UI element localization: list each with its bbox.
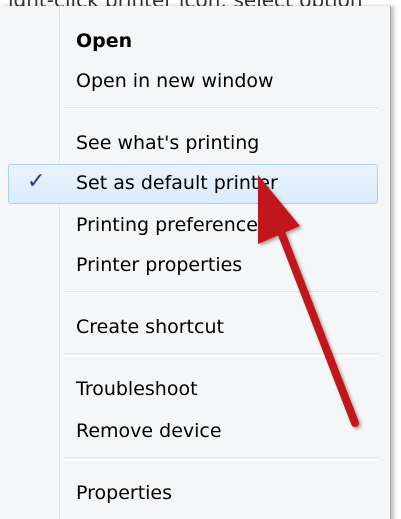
arrow-head bbox=[258, 175, 300, 244]
arrow-shaft bbox=[277, 228, 359, 427]
screenshot-stage: ight-click printer icon; select option O… bbox=[0, 0, 401, 519]
annotation-arrow-icon bbox=[258, 175, 359, 427]
